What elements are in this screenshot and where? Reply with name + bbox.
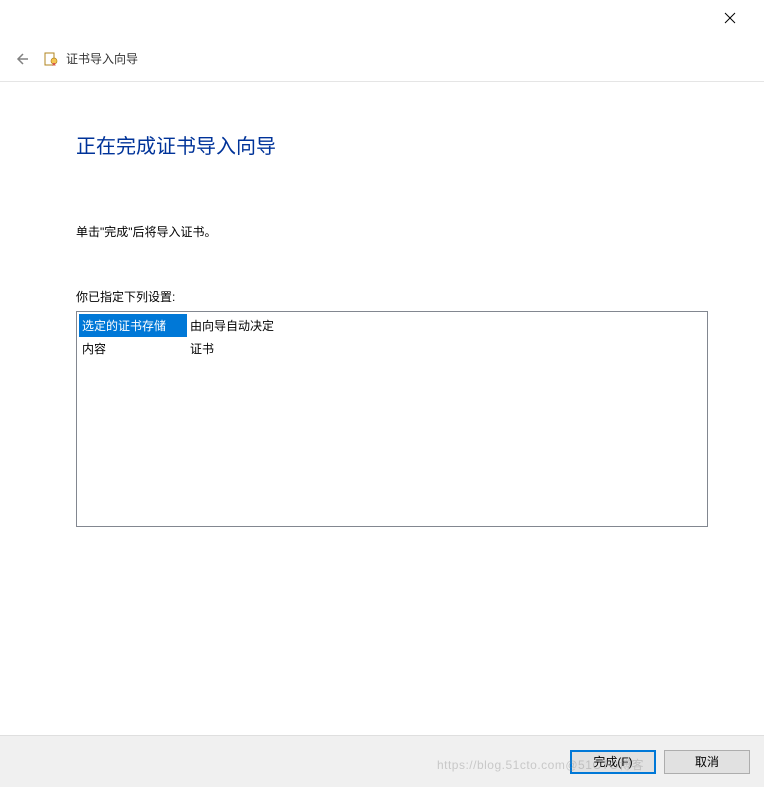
- close-icon: [724, 12, 736, 24]
- titlebar: [0, 0, 764, 36]
- settings-table: 选定的证书存储由向导自动决定内容证书: [79, 314, 282, 360]
- wizard-title: 证书导入向导: [66, 50, 138, 67]
- setting-name: 选定的证书存储: [79, 314, 187, 337]
- page-heading: 正在完成证书导入向导: [76, 130, 708, 159]
- back-arrow-icon: [14, 51, 30, 67]
- setting-value: 由向导自动决定: [187, 314, 282, 337]
- table-row[interactable]: 选定的证书存储由向导自动决定: [79, 314, 282, 337]
- wizard-footer: 完成(F) 取消: [0, 735, 764, 787]
- certificate-icon: [42, 50, 60, 68]
- back-button[interactable]: [8, 45, 36, 73]
- settings-listbox[interactable]: 选定的证书存储由向导自动决定内容证书: [76, 311, 708, 527]
- setting-value: 证书: [187, 337, 282, 360]
- close-button[interactable]: [714, 2, 746, 34]
- finish-button[interactable]: 完成(F): [570, 750, 656, 774]
- table-row[interactable]: 内容证书: [79, 337, 282, 360]
- instruction-text: 单击"完成"后将导入证书。: [76, 223, 708, 240]
- wizard-header: 证书导入向导: [0, 36, 764, 82]
- wizard-content: 正在完成证书导入向导 单击"完成"后将导入证书。 你已指定下列设置: 选定的证书…: [0, 82, 764, 547]
- cancel-button[interactable]: 取消: [664, 750, 750, 774]
- settings-label: 你已指定下列设置:: [76, 288, 708, 305]
- setting-name: 内容: [79, 337, 187, 360]
